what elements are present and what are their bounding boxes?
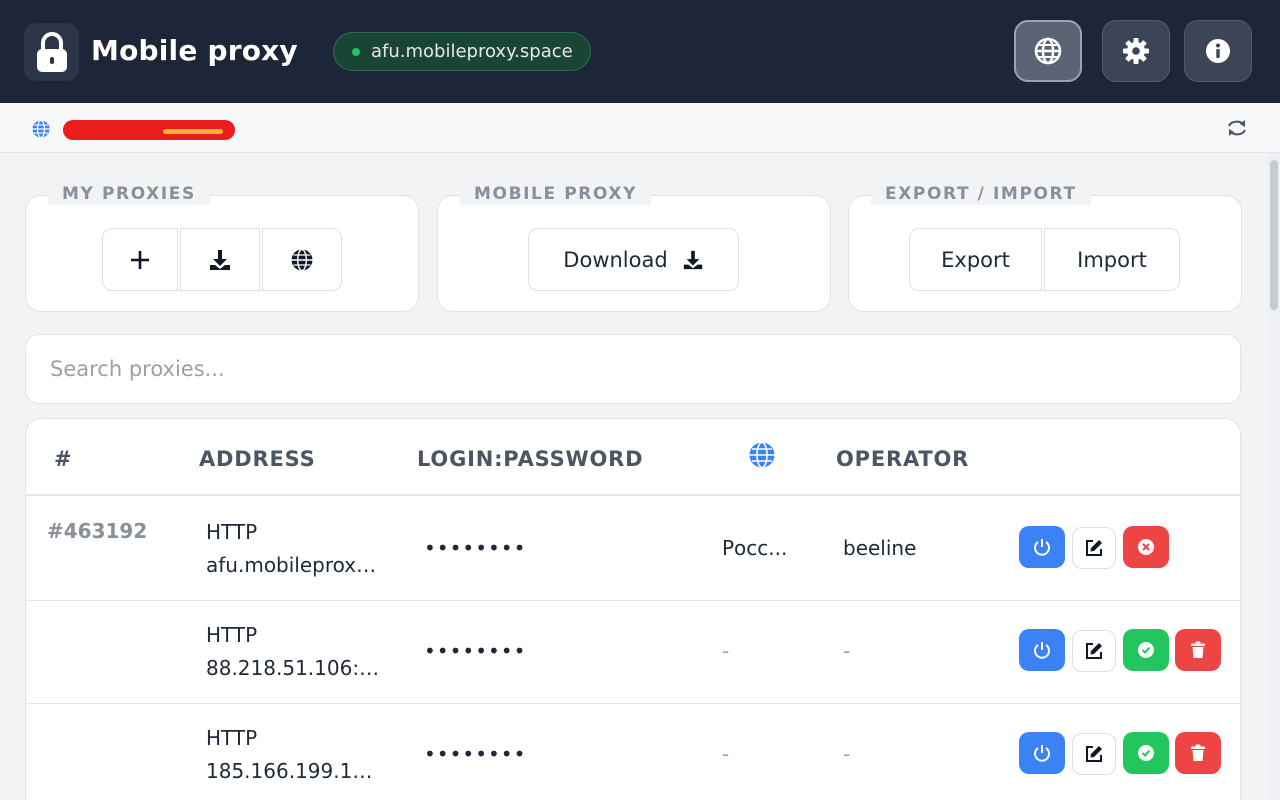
check-button[interactable]	[1123, 629, 1169, 671]
trash-icon	[1191, 744, 1205, 761]
globe-button[interactable]	[1014, 20, 1082, 82]
col-num: #	[54, 447, 73, 471]
my-proxies-buttons	[102, 228, 342, 291]
download-icon	[683, 250, 702, 269]
info-icon	[1206, 39, 1230, 63]
proxy-id: #463192	[47, 519, 148, 543]
table-row: HTTP 185.166.199.192:... •••••••• - -	[26, 704, 1240, 800]
power-button[interactable]	[1019, 629, 1065, 671]
globe-icon	[1034, 37, 1062, 65]
proxy-protocol: HTTP	[206, 726, 258, 750]
card-title: EXPORT / IMPORT	[871, 183, 1091, 205]
table-row: #463192 HTTP afu.mobileproxy.space •••••…	[26, 498, 1240, 601]
domain-badge: afu.mobileproxy.space	[333, 32, 591, 71]
check-circle-icon	[1138, 745, 1154, 761]
proxy-operator: -	[843, 639, 851, 663]
import-button[interactable]: Import	[1044, 228, 1180, 291]
app-title: Mobile proxy	[91, 34, 298, 67]
proxy-country: -	[722, 639, 730, 663]
my-proxies-card: MY PROXIES	[25, 183, 419, 312]
domain-text: afu.mobileproxy.space	[371, 41, 573, 62]
check-circle-icon	[1138, 642, 1154, 658]
close-circle-icon	[1138, 539, 1154, 555]
refresh-icon[interactable]	[1226, 117, 1248, 139]
proxy-country: Росс...	[722, 536, 788, 560]
power-icon	[1034, 642, 1050, 659]
scrollbar-thumb[interactable]	[1270, 160, 1278, 310]
power-button[interactable]	[1019, 526, 1065, 568]
edit-icon	[1086, 643, 1102, 659]
download-label: Download	[563, 247, 668, 272]
globe-icon	[749, 441, 775, 469]
delete-button[interactable]	[1175, 732, 1221, 774]
proxy-globe-button[interactable]	[262, 228, 342, 291]
address-bar	[0, 103, 1280, 153]
card-title: MY PROXIES	[48, 183, 210, 205]
check-button[interactable]	[1123, 732, 1169, 774]
lock-icon	[36, 32, 67, 72]
edit-icon	[1086, 540, 1102, 556]
redacted-ip	[63, 120, 235, 140]
export-import-card: EXPORT / IMPORT Export Import	[848, 183, 1242, 312]
app-header: Mobile proxy afu.mobileproxy.space	[0, 0, 1280, 103]
proxy-address: afu.mobileproxy.space	[206, 553, 381, 577]
card-title: MOBILE PROXY	[460, 183, 652, 205]
proxy-operator: beeline	[843, 536, 917, 560]
download-button[interactable]: Download	[528, 228, 739, 291]
status-dot	[352, 47, 360, 56]
power-button[interactable]	[1019, 732, 1065, 774]
edit-button[interactable]	[1072, 733, 1116, 775]
remove-button[interactable]	[1123, 526, 1169, 568]
mobile-proxy-card: MOBILE PROXY Download	[437, 183, 831, 312]
settings-button[interactable]	[1102, 20, 1170, 82]
proxy-password: ••••••••	[424, 536, 527, 560]
proxy-address: 185.166.199.192:...	[206, 759, 381, 783]
table-header: # ADDRESS LOGIN:PASSWORD OPERATOR	[26, 419, 1240, 496]
proxy-password: ••••••••	[424, 639, 527, 663]
proxy-password: ••••••••	[424, 742, 527, 766]
edit-button[interactable]	[1072, 527, 1116, 569]
globe-icon	[291, 248, 313, 271]
col-operator: OPERATOR	[836, 447, 970, 471]
power-icon	[1034, 539, 1050, 556]
proxy-table: # ADDRESS LOGIN:PASSWORD OPERATOR #46319…	[25, 418, 1241, 800]
proxy-address: 88.218.51.106:8...	[206, 656, 381, 680]
col-login-password: LOGIN:PASSWORD	[417, 447, 644, 471]
export-import-buttons: Export Import	[909, 228, 1180, 291]
gear-icon	[1123, 38, 1149, 64]
mobile-proxy-buttons: Download	[528, 228, 739, 291]
info-button[interactable]	[1184, 20, 1252, 82]
export-button[interactable]: Export	[909, 228, 1042, 291]
download-proxies-button[interactable]	[180, 228, 260, 291]
proxy-protocol: HTTP	[206, 623, 258, 647]
add-proxy-button[interactable]	[102, 228, 178, 291]
trash-icon	[1191, 641, 1205, 658]
app-logo	[24, 23, 79, 81]
proxy-country: -	[722, 742, 730, 766]
edit-button[interactable]	[1072, 630, 1116, 672]
download-icon	[210, 249, 230, 270]
table-row: HTTP 88.218.51.106:8... •••••••• - -	[26, 601, 1240, 704]
power-icon	[1034, 745, 1050, 762]
proxy-operator: -	[843, 742, 851, 766]
delete-button[interactable]	[1175, 629, 1221, 671]
edit-icon	[1086, 746, 1102, 762]
plus-icon	[131, 250, 149, 269]
search-input[interactable]	[25, 334, 1241, 404]
col-address: ADDRESS	[199, 447, 316, 471]
proxy-protocol: HTTP	[206, 520, 258, 544]
globe-icon	[32, 119, 50, 139]
